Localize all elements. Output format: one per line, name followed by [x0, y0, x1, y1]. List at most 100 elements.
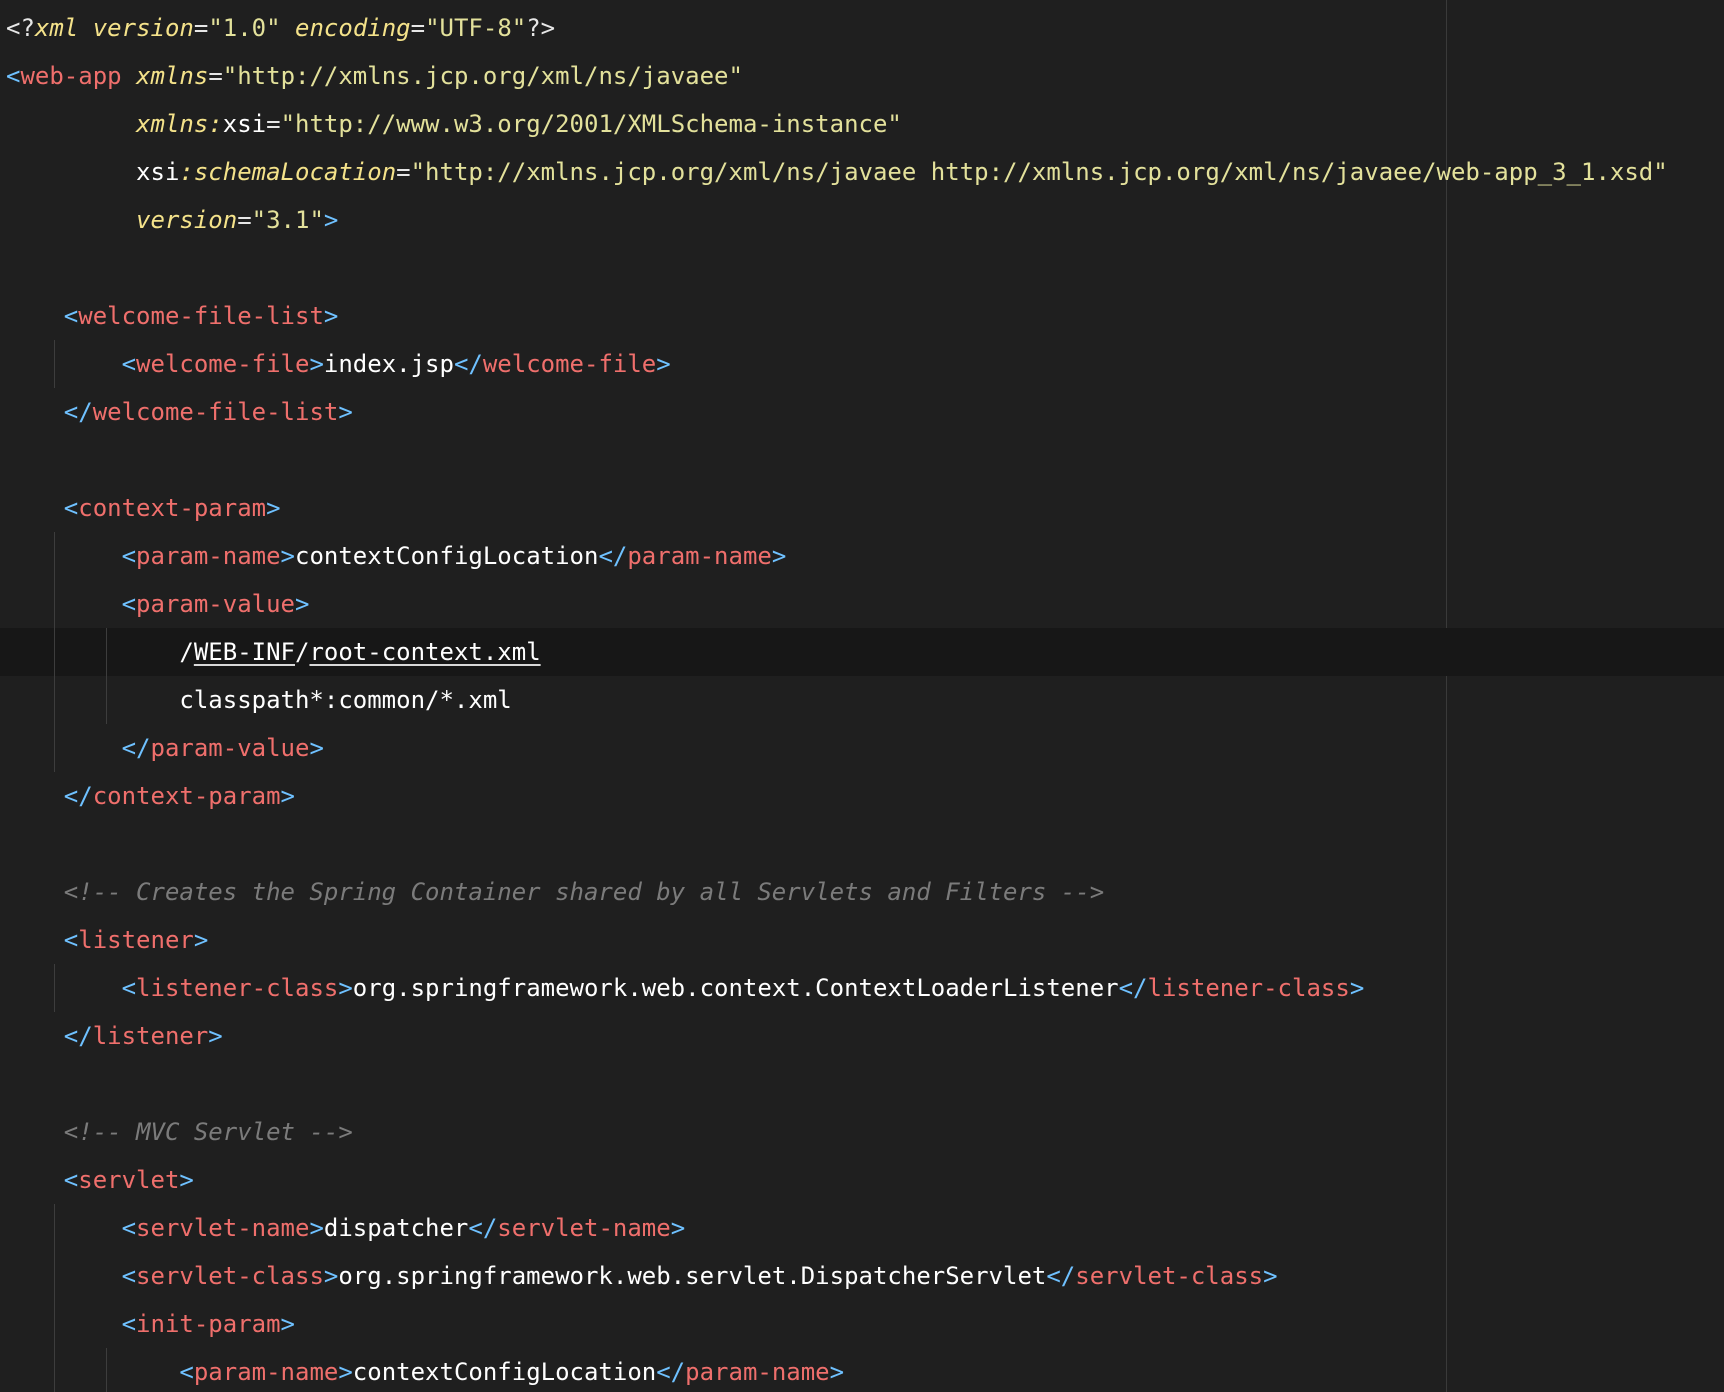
code-token: servlet [78, 1166, 180, 1194]
code-editor[interactable]: <?xml version="1.0" encoding="UTF-8"?> <w… [0, 0, 1724, 1392]
code-line[interactable]: </listener> [0, 1012, 1724, 1060]
code-line[interactable]: <servlet-class > org.springframework.web.s… [0, 1252, 1724, 1300]
code-line[interactable] [0, 1060, 1724, 1108]
code-line[interactable]: <?xml version="1.0" encoding="UTF-8"?> [0, 4, 1724, 52]
code-line[interactable]: xsi:schemaLocation="http://xmlns.jcp.org… [0, 148, 1724, 196]
code-token: < [121, 974, 137, 1002]
code-token: < [121, 1262, 137, 1290]
code-line[interactable]: <!-- MVC Servlet --> [0, 1108, 1724, 1156]
code-line[interactable]: <listener> [0, 916, 1724, 964]
code-token: init-param [136, 1310, 281, 1338]
code-token: </ [63, 1022, 93, 1050]
code-token: servlet-class [136, 1262, 324, 1290]
code-line[interactable] [0, 244, 1724, 292]
code-token: < [121, 1310, 137, 1338]
code-token: web-app [20, 62, 122, 90]
code-token: xmlns: [136, 110, 223, 138]
code-line[interactable]: <servlet> [0, 1156, 1724, 1204]
code-token: = [208, 62, 223, 90]
code-line[interactable]: <context-param> [0, 484, 1724, 532]
code-token: "http://xmlns.jcp.org/xml/ns/javaee" [222, 62, 743, 90]
code-token: root-context.xml [309, 638, 541, 666]
code-token: = [396, 158, 411, 186]
code-token: > [295, 590, 310, 618]
indent-guide [106, 1348, 107, 1392]
code-lines[interactable]: <?xml version="1.0" encoding="UTF-8"?> <w… [0, 4, 1724, 1392]
code-token: > [179, 1166, 194, 1194]
code-token: org.springframework.web.servlet.Dispatch… [338, 1262, 1047, 1290]
code-token: welcome-file-list [92, 398, 339, 426]
code-token: version [136, 206, 238, 234]
code-token: param-name [685, 1358, 830, 1386]
code-token: context-param [78, 494, 267, 522]
code-token: WEB-INF [193, 638, 295, 666]
code-line[interactable]: <servlet-name>dispatcher</servlet-name> [0, 1204, 1724, 1252]
code-token: "3.1" [251, 206, 324, 234]
code-line[interactable] [0, 820, 1724, 868]
code-line[interactable]: <!-- Creates the Spring Container shared… [0, 868, 1724, 916]
indent-guide [54, 1348, 55, 1392]
code-line[interactable]: version="3.1"> [0, 196, 1724, 244]
code-token: > [280, 782, 295, 810]
code-token: > [208, 1022, 223, 1050]
code-line[interactable] [0, 436, 1724, 484]
code-line[interactable]: /WEB-INF/root-context.xml [0, 628, 1724, 676]
code-token: xsi [136, 158, 180, 186]
code-line[interactable]: <init-param> [0, 1300, 1724, 1348]
indent-guide [54, 580, 55, 628]
code-token: > [1263, 1262, 1278, 1290]
code-token: :schemaLocation [179, 158, 397, 186]
code-token: "1.0" [208, 14, 281, 42]
code-token: classpath*:common/*.xml [179, 686, 512, 714]
code-line[interactable]: </param-value> [0, 724, 1724, 772]
code-token: </ [453, 350, 483, 378]
code-line[interactable]: </context-param> [0, 772, 1724, 820]
indent-guide [54, 628, 55, 676]
code-token: < [63, 1166, 79, 1194]
code-token: xsi [222, 110, 267, 138]
code-token: > [338, 1358, 353, 1386]
code-token: > [829, 1358, 845, 1386]
code-line[interactable]: <web-app xmlns="http://xmlns.jcp.org/xml… [0, 52, 1724, 100]
code-token: contextConfigLocation [295, 542, 599, 570]
code-line[interactable]: <param-name>contextConfigLocation</param… [0, 532, 1724, 580]
code-token: listener [78, 926, 194, 954]
code-line[interactable]: classpath*:common/*.xml [0, 676, 1724, 724]
code-token: > [309, 350, 324, 378]
indent-guide [54, 340, 55, 388]
code-token: servlet-name [497, 1214, 671, 1242]
code-line[interactable]: <listener-class>org.springframework.web.… [0, 964, 1724, 1012]
code-token: listener [92, 1022, 209, 1050]
code-token: </ [656, 1358, 686, 1386]
code-token: > [1349, 974, 1365, 1002]
code-line[interactable]: <param-value> [0, 580, 1724, 628]
code-token: > [771, 542, 787, 570]
code-line[interactable]: <param-name>contextConfigLocation</param… [0, 1348, 1724, 1392]
code-token: </ [1118, 974, 1148, 1002]
code-token: param-name [627, 542, 772, 570]
code-token: > [338, 398, 353, 426]
code-token: xml [34, 14, 79, 42]
code-line[interactable]: <welcome-file-list> [0, 292, 1724, 340]
code-line[interactable]: <welcome-file>index.jsp</welcome-file> [0, 340, 1724, 388]
indent-guide [54, 532, 55, 580]
code-line[interactable]: </welcome-file-list> [0, 388, 1724, 436]
code-token: > [309, 1214, 324, 1242]
code-line[interactable]: xmlns:xsi="http://www.w3.org/2001/XMLSch… [0, 100, 1724, 148]
code-token: </ [121, 734, 151, 762]
code-token: </ [63, 398, 93, 426]
